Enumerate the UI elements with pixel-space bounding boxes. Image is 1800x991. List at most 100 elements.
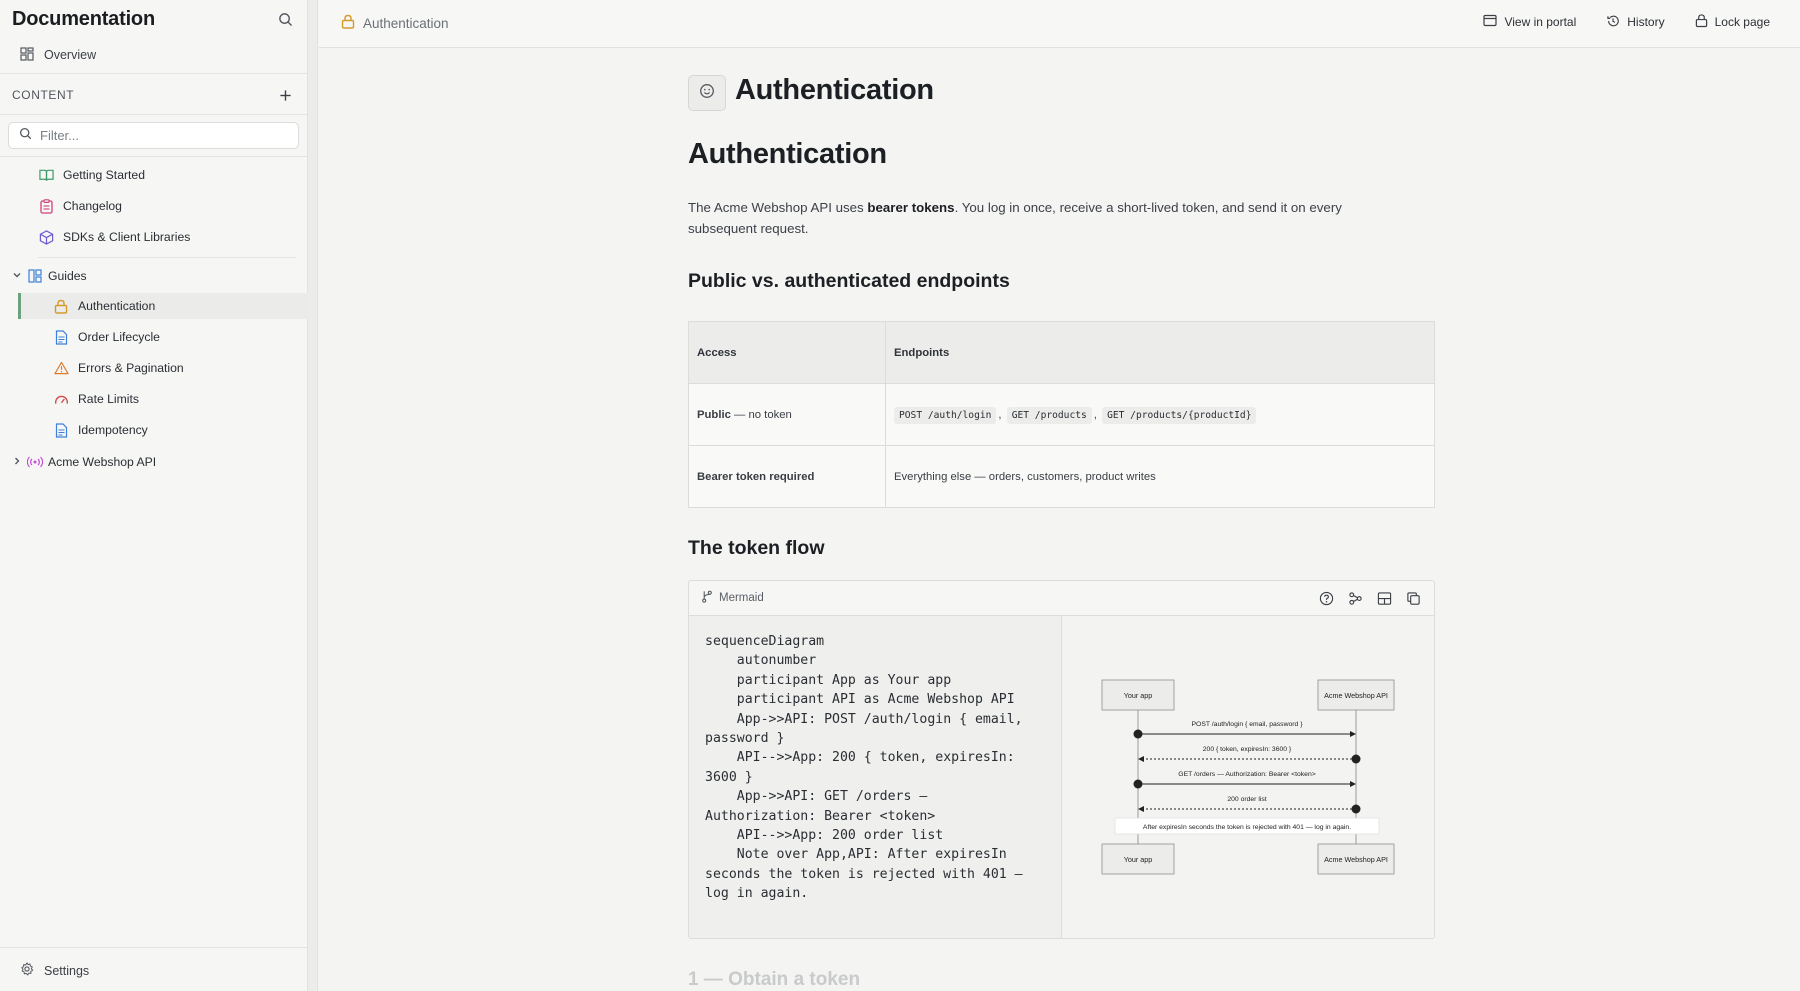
inline-code: POST /auth/login [894, 406, 997, 424]
heading-1: Authentication [688, 138, 887, 170]
divider [0, 114, 308, 115]
table-cell: Public — no token [688, 383, 886, 446]
sidebar-item-label: Authentication [78, 299, 156, 313]
message-arrowhead [1350, 731, 1356, 737]
sequence-number [1133, 779, 1143, 789]
sidebar-header: Documentation [12, 8, 296, 30]
grid-icon [20, 46, 34, 64]
mermaid-code-editor[interactable]: sequenceDiagram autonumber participant A… [689, 616, 1062, 938]
separator: , [1093, 408, 1097, 421]
document-icon [53, 329, 69, 345]
help-icon[interactable] [1318, 590, 1335, 607]
mermaid-preview: Your app Acme Webshop API Your app Acme Web… [1062, 616, 1434, 938]
window-icon [1483, 14, 1498, 30]
inline-code: GET /products/{productId} [1102, 406, 1257, 424]
history-label: History [1627, 15, 1665, 29]
message-arrowhead [1350, 781, 1356, 787]
sequence-diagram: Your app Acme Webshop API Your app Acme Web… [1101, 679, 1395, 875]
mermaid-label-text: Mermaid [719, 592, 764, 604]
filter-field[interactable] [8, 122, 299, 149]
divider [38, 257, 296, 258]
content-section-label: CONTENT [12, 88, 75, 102]
table-row: Public — no token POST /auth/login, GET … [688, 383, 1435, 446]
table-cell: Bearer token required [688, 445, 886, 508]
participant-label: Acme Webshop API [1324, 855, 1388, 864]
sidebar: Documentation Overview CONTENT Filter...… [0, 0, 308, 991]
table-cell: Everything else — orders, customers, pro… [885, 445, 1435, 508]
sidebar-item-rate-limits[interactable]: Rate Limits [53, 386, 139, 412]
access-bold: Bearer token required [697, 470, 815, 483]
sidebar-item-changelog[interactable]: Changelog [38, 193, 122, 219]
history-button[interactable]: History [1606, 13, 1665, 31]
breadcrumb-item[interactable]: Authentication [363, 16, 449, 31]
mermaid-block: Mermaid sequenceDiagram autonumber parti… [688, 580, 1435, 939]
split-view-icon[interactable] [1376, 590, 1393, 607]
search-icon [19, 127, 32, 145]
diagram-icon[interactable] [1347, 590, 1364, 607]
sequence-number [1351, 804, 1361, 814]
chevron-right-icon[interactable] [12, 455, 22, 469]
sequence-number [1351, 754, 1361, 764]
main-content: Authentication Authentication The Acme W… [319, 49, 1800, 991]
message-label: 200 { token, expiresIn: 3600 } [1203, 746, 1292, 753]
add-icon[interactable] [274, 84, 296, 106]
participant-label: Acme Webshop API [1324, 691, 1388, 700]
sidebar-item-label: Getting Started [63, 168, 145, 182]
settings-label: Settings [44, 963, 90, 978]
filter-input[interactable] [40, 128, 280, 143]
sidebar-title: Documentation [12, 7, 155, 30]
message-label: POST /auth/login { email, password } [1192, 721, 1304, 728]
sidebar-item-authentication[interactable]: Authentication [18, 293, 308, 319]
sidebar-item-label: Order Lifecycle [78, 330, 160, 344]
sidebar-item-errors-pagination[interactable]: Errors & Pagination [53, 355, 184, 381]
sidebar-item-getting-started[interactable]: Getting Started [38, 162, 145, 188]
topbar-actions: View in portal History Lock page [1483, 13, 1770, 31]
divider [0, 73, 308, 74]
message-label: GET /orders — Authorization: Bearer <tok… [1178, 771, 1315, 778]
lock-page-button[interactable]: Lock page [1695, 13, 1770, 31]
history-icon [1606, 14, 1620, 31]
layout-icon [27, 268, 43, 284]
table-header-cell: Access [688, 321, 886, 384]
sidebar-item-label: Idempotency [78, 423, 148, 437]
sidebar-resize-handle[interactable] [308, 0, 318, 991]
branch-icon [701, 590, 713, 606]
lock-page-label: Lock page [1714, 15, 1770, 29]
intro-text: The Acme Webshop API uses [688, 200, 868, 215]
table-row: Bearer token required Everything else — … [688, 445, 1435, 508]
sidebar-folder-api[interactable]: Acme Webshop API [12, 449, 156, 475]
message-arrowhead [1138, 756, 1144, 762]
mermaid-label: Mermaid [701, 590, 764, 606]
sidebar-item-label: Errors & Pagination [78, 361, 184, 375]
copy-icon[interactable] [1405, 590, 1422, 607]
mermaid-body: sequenceDiagram autonumber participant A… [689, 616, 1434, 938]
topbar: Authentication View in portal History Lo… [319, 0, 1800, 48]
table-cell: POST /auth/login, GET /products, GET /pr… [885, 383, 1435, 446]
message-arrowhead [1138, 806, 1144, 812]
table-header-row: Access Endpoints [688, 321, 1435, 384]
sidebar-item-label: Changelog [63, 199, 122, 213]
sidebar-overview[interactable]: Overview [20, 44, 96, 66]
sidebar-item-order-lifecycle[interactable]: Order Lifecycle [53, 324, 160, 350]
page-title[interactable]: Authentication [735, 74, 934, 107]
intro-paragraph: The Acme Webshop API uses bearer tokens.… [688, 197, 1388, 239]
sidebar-item-idempotency[interactable]: Idempotency [53, 417, 148, 443]
table-header-cell: Endpoints [885, 321, 1435, 384]
sidebar-folder-guides[interactable]: Guides [12, 263, 87, 289]
divider [0, 156, 308, 157]
sequence-number [1133, 729, 1143, 739]
document-icon [53, 422, 69, 438]
inline-code: GET /products [1006, 406, 1092, 424]
settings-button[interactable]: Settings [20, 962, 89, 979]
view-in-portal-button[interactable]: View in portal [1483, 13, 1576, 31]
intro-bold: bearer tokens [867, 200, 955, 215]
sidebar-overview-label: Overview [44, 48, 97, 62]
sidebar-item-sdks[interactable]: SDKs & Client Libraries [38, 224, 190, 250]
search-icon[interactable] [274, 8, 296, 30]
sidebar-item-label: Rate Limits [78, 392, 139, 406]
clipboard-icon [38, 198, 54, 214]
page-icon-picker[interactable] [688, 75, 726, 111]
cube-icon [38, 229, 54, 245]
mermaid-header: Mermaid [689, 581, 1434, 616]
chevron-down-icon[interactable] [12, 269, 22, 283]
